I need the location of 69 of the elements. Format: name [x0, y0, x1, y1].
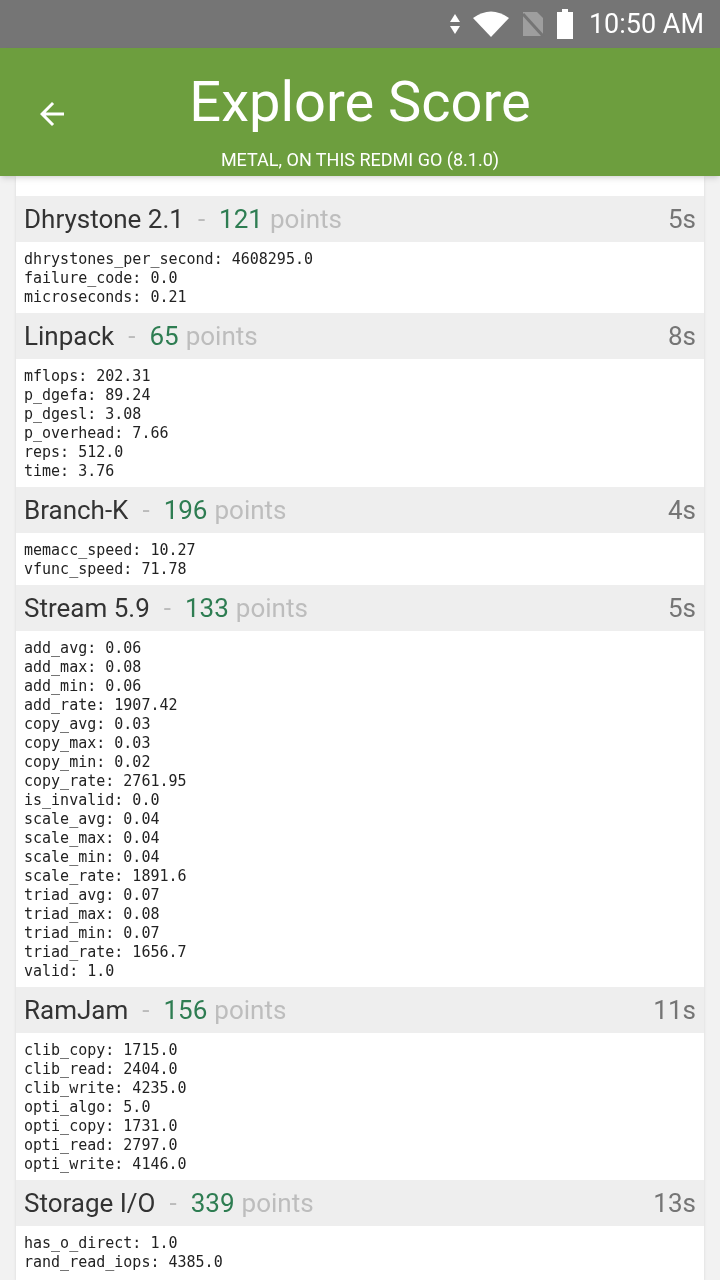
wifi-icon	[472, 11, 509, 37]
no-sim-icon	[520, 10, 545, 38]
metric-line: opti_write: 4146.0	[24, 1155, 188, 1174]
duration: 13s	[653, 1186, 696, 1220]
metric-line: opti_copy: 1731.0	[24, 1117, 179, 1136]
page-title: Explore Score	[189, 74, 531, 130]
metric-line: triad_max: 0.08	[24, 905, 161, 924]
duration: 11s	[653, 993, 696, 1027]
metric-line: has_o_direct: 1.0	[24, 1234, 179, 1253]
page-subtitle: METAL, ON THIS REDMI GO (8.1.0)	[220, 148, 500, 172]
separator: -	[169, 1186, 177, 1220]
benchmark-name: Storage I/O	[24, 1186, 156, 1220]
score: 133	[184, 591, 229, 625]
metric-line: copy_max: 0.03	[24, 734, 152, 753]
battery-icon	[556, 9, 573, 39]
metric-line: add_rate: 1907.42	[24, 696, 179, 715]
benchmark-name: Linpack	[24, 319, 115, 353]
metric-line: p_dgefa: 89.24	[24, 386, 152, 405]
score: 121	[219, 202, 263, 236]
separator: -	[163, 591, 171, 625]
metric-line: dhrystones_per_second: 4608295.0	[24, 250, 314, 269]
metric-line: reps: 512.0	[24, 443, 125, 462]
metric-line: scale_avg: 0.04	[24, 810, 161, 829]
duration: 4s	[667, 493, 696, 527]
score: 156	[163, 993, 208, 1027]
metric-line: clib_write: 4235.0	[24, 1079, 188, 1098]
status-time: 10:50 AM	[588, 6, 704, 42]
separator: -	[142, 493, 150, 527]
metric-line: copy_avg: 0.03	[24, 715, 152, 734]
benchmark-name: Branch-K	[24, 493, 129, 527]
metric-line: triad_min: 0.07	[24, 924, 161, 943]
metric-line: p_overhead: 7.66	[24, 424, 170, 443]
metric-line: copy_min: 0.02	[24, 753, 152, 772]
metric-line: is_invalid: 0.0	[24, 791, 161, 810]
benchmark-name: Stream 5.9	[24, 591, 150, 625]
metric-line: time: 3.76	[24, 462, 116, 481]
benchmark-name: RamJam	[24, 993, 129, 1027]
metric-line: microseconds: 0.21	[24, 288, 188, 307]
metric-line: vfunc_speed: 71.78	[24, 560, 188, 579]
score: 65	[149, 319, 179, 353]
metric-line: opti_algo: 5.0	[24, 1098, 152, 1117]
metric-line: triad_avg: 0.07	[24, 886, 161, 905]
score: 196	[163, 493, 208, 527]
data-arrows-icon	[448, 12, 461, 36]
metric-line: scale_max: 0.04	[24, 829, 161, 848]
metric-line: mflops: 202.31	[24, 367, 152, 386]
metric-line: scale_rate: 1891.6	[24, 867, 188, 886]
metric-line: add_min: 0.06	[24, 677, 143, 696]
metric-line: p_dgesl: 3.08	[24, 405, 143, 424]
metric-line: clib_copy: 1715.0	[24, 1041, 179, 1060]
metric-line: add_max: 0.08	[24, 658, 143, 677]
duration: 8s	[667, 319, 696, 353]
duration: 5s	[667, 591, 696, 625]
metric-line: copy_rate: 2761.95	[24, 772, 188, 791]
metric-line: failure_code: 0.0	[24, 269, 179, 288]
benchmark-name: Dhrystone 2.1	[24, 202, 184, 236]
metric-line: opti_read: 2797.0	[24, 1136, 179, 1155]
separator: -	[128, 319, 136, 353]
separator: -	[197, 202, 206, 236]
duration: 5s	[667, 202, 696, 236]
metric-line: add_avg: 0.06	[24, 639, 143, 658]
score: 339	[190, 1186, 235, 1220]
metric-line: memacc_speed: 10.27	[24, 541, 197, 560]
metric-line: triad_rate: 1656.7	[24, 943, 188, 962]
separator: -	[142, 993, 150, 1027]
metric-line: rand_read_iops: 4385.0	[24, 1253, 224, 1272]
metric-line: scale_min: 0.04	[24, 848, 161, 867]
metric-line: valid: 1.0	[24, 962, 116, 981]
metric-line: clib_read: 2404.0	[24, 1060, 179, 1079]
